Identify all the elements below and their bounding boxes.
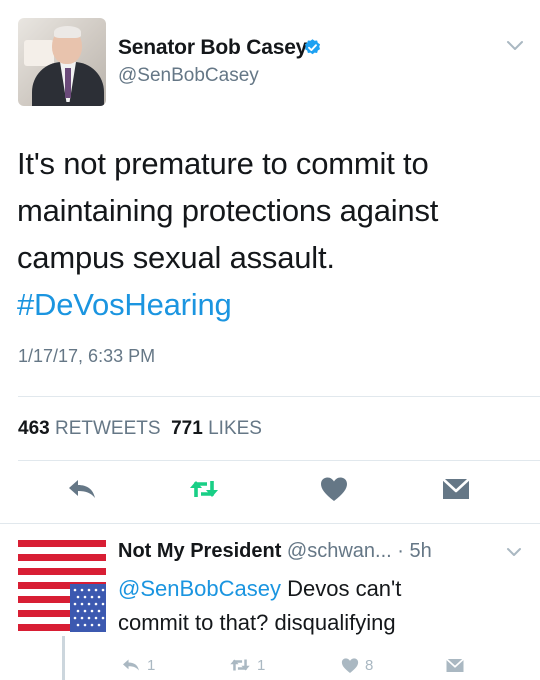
reply-icon	[123, 659, 139, 671]
retweet-count: 1	[257, 656, 266, 674]
like-heart-icon	[341, 657, 359, 673]
reply-text: @SenBobCasey Devos can't commit to that?…	[118, 572, 528, 640]
divider	[0, 523, 540, 524]
reply-retweet-button[interactable]: 1	[228, 654, 265, 676]
tweet-text-line: It's not premature to commit to	[17, 146, 429, 181]
author-handle[interactable]: @SenBobCasey	[118, 65, 259, 87]
tweet-timestamp: 1/17/17, 6:33 PM	[18, 346, 156, 366]
reply-reply-button[interactable]: 1	[120, 654, 155, 676]
author-avatar[interactable]	[18, 18, 106, 106]
reply-dm-button[interactable]	[444, 654, 466, 676]
thread-line	[62, 636, 65, 680]
divider	[18, 396, 540, 397]
reply-text-line: commit to that? disqualifying	[118, 610, 396, 635]
flag-avatar[interactable]	[18, 540, 106, 632]
direct-message-icon[interactable]	[440, 476, 472, 502]
like-heart-icon[interactable]	[318, 476, 350, 502]
reply-count: 1	[147, 656, 156, 674]
retweet-icon	[230, 659, 250, 671]
retweets-count[interactable]: 463	[18, 418, 50, 439]
likes-count[interactable]: 771	[171, 418, 203, 439]
chevron-down-icon[interactable]	[506, 547, 522, 558]
reply-time: · 5h	[397, 540, 432, 562]
reply-like-button[interactable]: 8	[340, 654, 373, 676]
tweet-stats: 463 RETWEETS 771 LIKES	[18, 418, 262, 440]
reply-icon[interactable]	[66, 476, 98, 502]
chevron-down-icon[interactable]	[506, 40, 524, 52]
divider	[18, 460, 540, 461]
tweet-text: It's not premature to commit to maintain…	[17, 140, 517, 328]
reply-author-name[interactable]: Not My President	[118, 540, 281, 562]
tweet-text-line: campus sexual assault.	[17, 240, 335, 275]
author-name[interactable]: Senator Bob Casey	[118, 36, 307, 60]
verified-badge-icon	[304, 39, 321, 55]
reply-text-part: Devos can't	[280, 576, 402, 601]
retweets-label[interactable]: RETWEETS	[55, 418, 161, 439]
direct-message-icon	[445, 657, 465, 672]
tweet-text-line: maintaining protections against	[17, 193, 439, 228]
likes-label[interactable]: LIKES	[208, 418, 262, 439]
retweet-icon[interactable]	[188, 476, 220, 502]
like-count: 8	[365, 656, 374, 674]
reply-header: Not My President @schwan... · 5h	[118, 540, 432, 563]
reply-author-handle[interactable]: @schwan...	[287, 540, 392, 562]
hashtag-link[interactable]: #DeVosHearing	[17, 281, 517, 328]
mention-link[interactable]: @SenBobCasey	[118, 576, 281, 601]
